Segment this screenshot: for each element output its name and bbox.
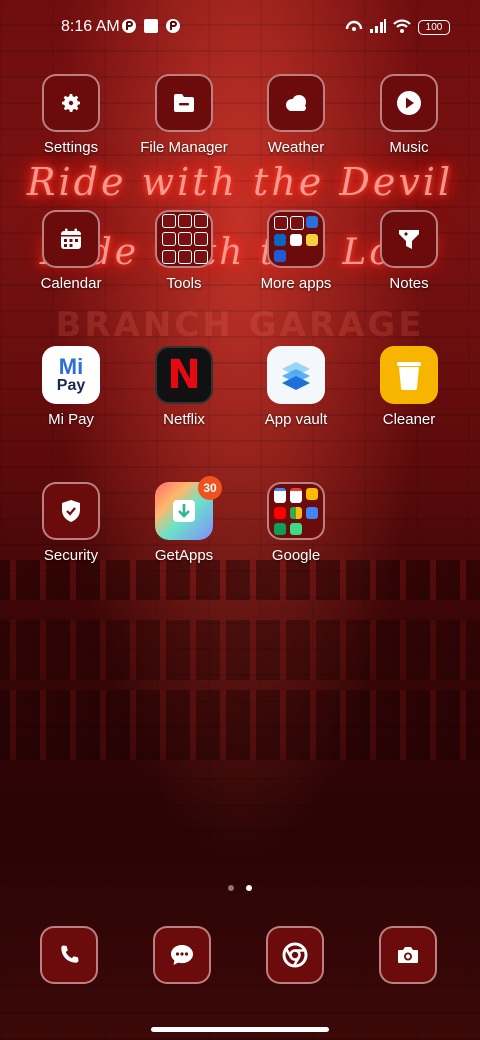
- app-security[interactable]: Security: [15, 482, 127, 564]
- app-app-vault[interactable]: App vault: [240, 346, 352, 428]
- app-label: Calendar: [40, 275, 102, 292]
- app-label: Google: [271, 547, 321, 564]
- signal-icon: [369, 18, 387, 39]
- app-getapps[interactable]: 30 GetApps: [128, 476, 240, 564]
- dock-messages[interactable]: [153, 926, 211, 984]
- folder-icon: [155, 210, 213, 268]
- app-calendar[interactable]: Calendar: [15, 210, 127, 292]
- app-label: Cleaner: [382, 411, 436, 428]
- calendar-icon: [42, 210, 100, 268]
- mi-pay-icon: Mi Pay: [42, 346, 100, 404]
- gear-icon: [42, 74, 100, 132]
- shield-icon: [42, 482, 100, 540]
- dock-camera[interactable]: [379, 926, 437, 984]
- app-settings[interactable]: Settings: [15, 74, 127, 156]
- mi-pay-logo-text: Mi: [58, 354, 84, 379]
- app-mi-pay[interactable]: Mi Pay Mi Pay: [15, 346, 127, 428]
- notification-app-icon: [165, 18, 181, 39]
- app-label: Mi Pay: [48, 411, 94, 428]
- page-indicator: [0, 878, 480, 896]
- app-folder-google[interactable]: Google: [240, 482, 352, 564]
- notification-badge: 30: [198, 476, 222, 500]
- wallpaper-sign-text: BRANCH GARAGE: [55, 305, 425, 345]
- app-folder-more-apps[interactable]: More apps: [240, 210, 352, 292]
- cloud-icon: [267, 74, 325, 132]
- app-label: More apps: [260, 275, 332, 292]
- app-weather[interactable]: Weather: [240, 74, 352, 156]
- app-notes[interactable]: Notes: [353, 210, 465, 292]
- page-dot-active[interactable]: [246, 885, 252, 891]
- trash-icon: [380, 346, 438, 404]
- app-folder-tools[interactable]: Tools: [128, 210, 240, 292]
- wallpaper-shelf: [0, 560, 480, 600]
- netflix-icon: N: [155, 346, 213, 404]
- camera-icon: [379, 926, 437, 984]
- app-file-manager[interactable]: File Manager: [128, 74, 240, 156]
- netflix-logo-text: N: [167, 352, 201, 398]
- app-cleaner[interactable]: Cleaner: [353, 346, 465, 428]
- app-label: GetApps: [154, 547, 214, 564]
- square-notification-icon: [143, 18, 159, 39]
- app-netflix[interactable]: N Netflix: [128, 346, 240, 428]
- battery-icon: 100: [418, 20, 450, 35]
- dock-chrome[interactable]: [266, 926, 324, 984]
- status-time: 8:16 AM: [61, 18, 120, 35]
- notification-app-icon: [121, 18, 137, 39]
- app-label: Netflix: [163, 411, 205, 428]
- app-label: Weather: [267, 139, 325, 156]
- app-label: Security: [43, 547, 99, 564]
- app-label: Music: [389, 139, 429, 156]
- note-icon: [380, 210, 438, 268]
- message-icon: [153, 926, 211, 984]
- app-label: Settings: [43, 139, 99, 156]
- app-music[interactable]: Music: [353, 74, 465, 156]
- play-icon: [380, 74, 438, 132]
- chrome-icon: [266, 926, 324, 984]
- app-label: File Manager: [140, 139, 228, 156]
- app-vault-icon: [267, 346, 325, 404]
- wifi-icon: [392, 17, 412, 39]
- app-label: App vault: [264, 411, 328, 428]
- folder-icon: [155, 74, 213, 132]
- status-bar: 8:16 AM 100: [0, 0, 480, 56]
- wallpaper-shelf: [0, 620, 480, 680]
- folder-icon: [267, 210, 325, 268]
- app-label: Tools: [166, 275, 202, 292]
- app-label: Notes: [389, 275, 429, 292]
- wallpaper-shelf: [0, 690, 480, 760]
- dock-phone[interactable]: [40, 926, 98, 984]
- folder-icon: [267, 482, 325, 540]
- home-gesture-bar[interactable]: [151, 1027, 329, 1032]
- wallpaper-neon-text: Ride with the Devil: [26, 160, 454, 204]
- page-dot[interactable]: [228, 885, 234, 891]
- hotspot-icon: [344, 17, 364, 40]
- mi-pay-logo-text: Pay: [56, 377, 86, 394]
- phone-icon: [40, 926, 98, 984]
